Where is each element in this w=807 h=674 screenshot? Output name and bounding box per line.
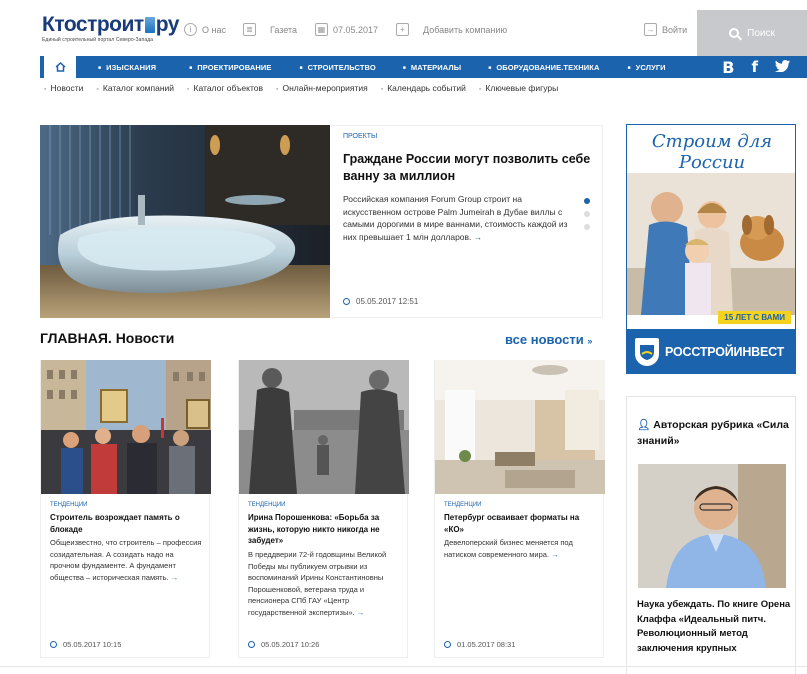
social-links: B f: [722, 56, 807, 78]
author-rubric-heading[interactable]: 👤︎ Авторская рубрика «Сила знаний»: [637, 417, 792, 449]
ad-badge: 15 ЛЕТ С ВАМИ: [718, 311, 791, 324]
slider-dot[interactable]: [584, 224, 590, 230]
news-card-description: Девелоперский бизнес меняется под натиск…: [444, 538, 573, 559]
calendar-icon: ▦: [315, 23, 328, 36]
ad-photo: [627, 173, 795, 315]
news-card-description: В преддверии 72-й годовщины Великой Побе…: [248, 550, 387, 617]
subnav-objects[interactable]: Каталог объектов: [187, 83, 263, 93]
news-card-title[interactable]: Петербург осваивает форматы на «КО»: [444, 512, 599, 535]
newspaper-link[interactable]: ≣ Газета: [243, 23, 297, 36]
sub-nav: Новости Каталог компаний Каталог объекто…: [44, 83, 571, 93]
header: Ктостроит ру Единый строительный портал С…: [0, 0, 807, 56]
clock-icon: [50, 641, 57, 648]
nav-item-services[interactable]: УСЛУГИ: [627, 63, 666, 72]
author-rubric[interactable]: 👤︎ Авторская рубрика «Сила знаний» Наука…: [626, 396, 796, 674]
news-card[interactable]: ТЕНДЕНЦИИ Строитель возрождает память о …: [40, 360, 211, 658]
news-card-date: 05.05.2017 10:15: [50, 640, 121, 649]
about-link[interactable]: iО нас: [184, 23, 226, 36]
section-title: ГЛАВНАЯ. Новости: [40, 330, 175, 346]
vk-icon[interactable]: B: [722, 58, 734, 77]
clock-icon: [248, 641, 255, 648]
news-card-category[interactable]: ТЕНДЕНЦИИ: [50, 502, 87, 508]
news-card-category[interactable]: ТЕНДЕНЦИИ: [248, 502, 285, 508]
user-icon: 👤︎: [637, 419, 651, 431]
news-card-description: Общеизвестно, что строитель – профессия …: [50, 538, 202, 582]
ad-brand-name: РОССТРОЙИНВЕСТ: [665, 345, 785, 359]
featured-title[interactable]: Граждане России могут позволить себе ван…: [343, 151, 593, 185]
login-link[interactable]: → Войти: [644, 23, 687, 36]
clock-icon: [343, 298, 350, 305]
subnav-online-events[interactable]: Онлайн-мероприятия: [276, 83, 368, 93]
logo-text-c: ру: [155, 13, 180, 36]
main-nav: ИЗЫСКАНИЯ ПРОЕКТИРОВАНИЕ СТРОИТЕЛЬСТВО М…: [40, 56, 807, 78]
logo-mark-icon: [144, 17, 155, 33]
search-button[interactable]: Поиск: [697, 10, 807, 56]
add-company-link[interactable]: + Добавить компанию: [396, 23, 507, 36]
featured-article[interactable]: ПРОЕКТЫ Граждане России могут позволить …: [331, 125, 603, 318]
author-article-title[interactable]: Наука убеждать. По книге Орена Клаффа «И…: [637, 598, 792, 656]
home-icon: [55, 62, 65, 72]
subnav-news[interactable]: Новости: [44, 83, 83, 93]
featured-description: Российская компания Forum Group строит н…: [343, 194, 568, 242]
logo-subtitle: Единый строительный портал Северо-Запада: [42, 37, 154, 43]
nav-item-surveys[interactable]: ИЗЫСКАНИЯ: [98, 63, 156, 72]
featured-category[interactable]: ПРОЕКТЫ: [343, 133, 377, 140]
featured-date: 05.05.2017 12:51: [343, 297, 418, 306]
news-card-image[interactable]: [41, 360, 211, 494]
newspaper-icon: ≣: [243, 23, 256, 36]
news-card-image[interactable]: [435, 360, 605, 494]
news-card-title[interactable]: Строитель возрождает память о блокаде: [50, 512, 205, 535]
nav-item-materials[interactable]: МАТЕРИАЛЫ: [403, 63, 461, 72]
author-photo[interactable]: [638, 464, 786, 588]
logo-text-a: Кто: [42, 13, 76, 36]
slider-dots[interactable]: [584, 198, 590, 237]
nav-item-design[interactable]: ПРОЕКТИРОВАНИЕ: [189, 63, 271, 72]
subnav-calendar[interactable]: Календарь событий: [381, 83, 466, 93]
ad-banner[interactable]: Строим для России 15 ЛЕТ С ВАМИ РОССТРОЙ…: [626, 124, 796, 374]
site-logo[interactable]: Ктостроит ру Единый строительный портал С…: [42, 13, 180, 44]
login-icon: →: [644, 23, 657, 36]
news-card-image[interactable]: [239, 360, 409, 494]
arrow-icon: →: [551, 549, 559, 559]
arrow-icon: →: [170, 572, 179, 582]
home-button[interactable]: [44, 56, 76, 78]
subnav-companies[interactable]: Каталог компаний: [96, 83, 174, 93]
search-icon: [729, 28, 740, 38]
news-card-category[interactable]: ТЕНДЕНЦИИ: [444, 502, 481, 508]
featured-image[interactable]: [40, 125, 330, 318]
info-icon: i: [184, 23, 197, 36]
logo-text-b: строит: [75, 13, 144, 36]
nav-item-equipment[interactable]: ОБОРУДОВАНИЕ.ТЕХНИКА: [488, 63, 599, 72]
subnav-key-figures[interactable]: Ключевые фигуры: [479, 83, 558, 93]
all-news-link[interactable]: все новости »: [505, 332, 592, 347]
ad-slogan: Строим для России: [651, 131, 773, 173]
news-card-date: 05.05.2017 10:26: [248, 640, 319, 649]
facebook-icon[interactable]: f: [751, 58, 758, 76]
slider-dot[interactable]: [584, 198, 590, 204]
date-display: ▦ 07.05.2017: [315, 23, 378, 36]
divider: [0, 666, 807, 667]
arrow-icon: →: [356, 607, 365, 617]
arrow-icon: →: [473, 231, 483, 242]
news-card-title[interactable]: Ирина Порошенкова: «Борьба за жизнь, кот…: [248, 512, 403, 547]
clock-icon: [444, 641, 451, 648]
news-card[interactable]: ТЕНДЕНЦИИ Ирина Порошенкова: «Борьба за …: [238, 360, 409, 658]
ad-brand-bar: РОССТРОЙИНВЕСТ: [627, 329, 795, 373]
nav-item-construction[interactable]: СТРОИТЕЛЬСТВО: [299, 63, 376, 72]
news-card[interactable]: ТЕНДЕНЦИИ Петербург осваивает форматы на…: [434, 360, 605, 658]
add-icon: +: [396, 23, 409, 36]
emblem-icon: [635, 338, 659, 366]
slider-dot[interactable]: [584, 211, 590, 217]
twitter-icon[interactable]: [775, 58, 790, 76]
news-card-date: 01.05.2017 08:31: [444, 640, 515, 649]
